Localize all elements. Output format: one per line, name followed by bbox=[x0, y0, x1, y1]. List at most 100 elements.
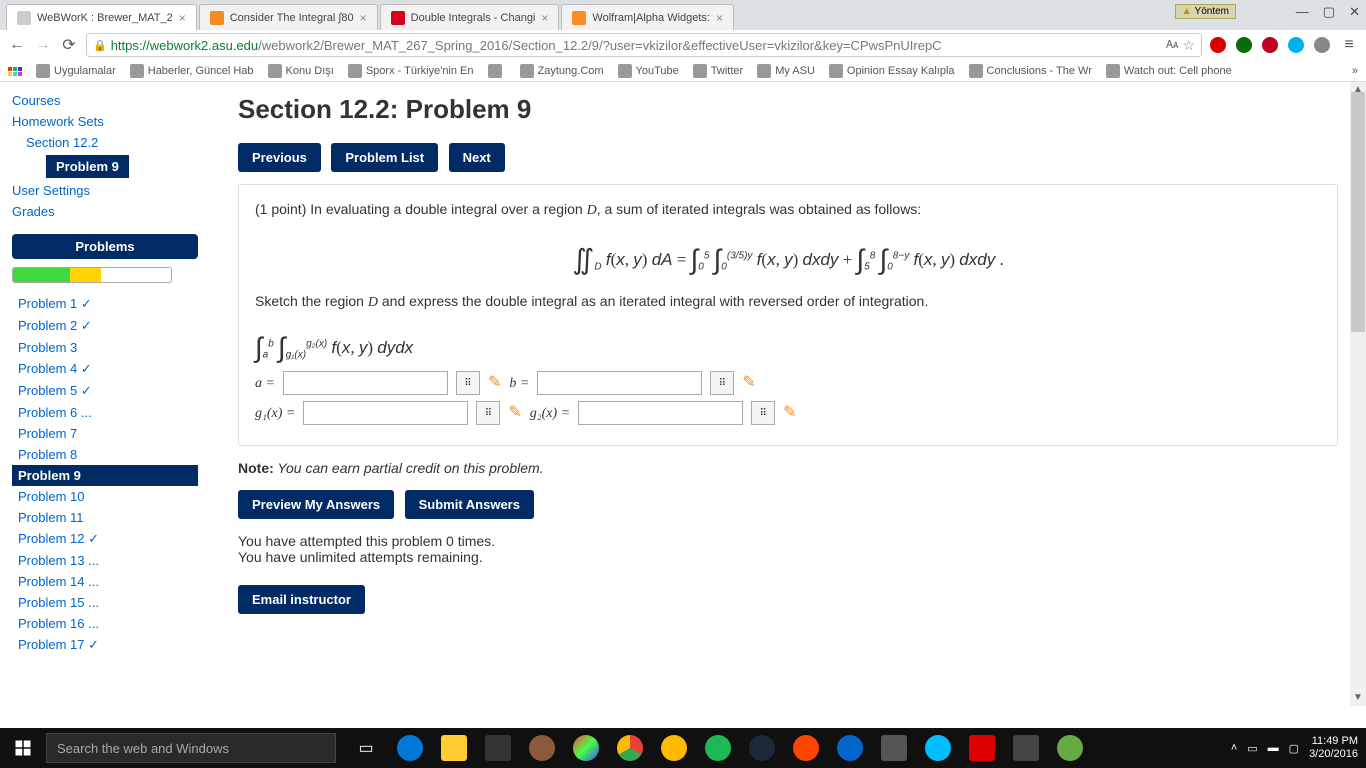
preview-answers-button[interactable]: Preview My Answers bbox=[238, 490, 394, 519]
apps-button[interactable] bbox=[8, 67, 22, 76]
bookmark-item[interactable]: My ASU bbox=[757, 64, 815, 78]
nav-grades[interactable]: Grades bbox=[12, 201, 198, 222]
translate-icon[interactable]: 🗛 bbox=[1166, 39, 1178, 52]
nav-homework-sets[interactable]: Homework Sets bbox=[12, 111, 198, 132]
pencil-icon[interactable]: ✎ bbox=[783, 401, 796, 425]
email-instructor-button[interactable]: Email instructor bbox=[238, 585, 365, 614]
problem-list-item[interactable]: Problem 7 bbox=[12, 423, 198, 444]
forward-button[interactable]: → bbox=[34, 36, 52, 54]
tab-close-icon[interactable]: × bbox=[541, 11, 548, 25]
tab-close-icon[interactable]: × bbox=[716, 11, 723, 25]
bookmark-overflow-icon[interactable]: » bbox=[1352, 65, 1358, 77]
pencil-icon[interactable]: ✎ bbox=[488, 371, 501, 395]
problem-list-item[interactable]: Problem 3 bbox=[12, 337, 198, 358]
address-bar[interactable]: 🔒 https://webwork2.asu.edu/webwork2/Brew… bbox=[86, 33, 1202, 57]
explorer-icon[interactable] bbox=[434, 728, 474, 768]
app-icon[interactable] bbox=[918, 728, 958, 768]
bookmark-item[interactable]: Twitter bbox=[693, 64, 743, 78]
input-a[interactable] bbox=[283, 371, 448, 395]
chrome-icon[interactable] bbox=[610, 728, 650, 768]
app-icon[interactable] bbox=[1050, 728, 1090, 768]
app-icon[interactable] bbox=[566, 728, 606, 768]
browser-tab[interactable]: Wolfram|Alpha Widgets:× bbox=[561, 4, 734, 30]
pencil-icon[interactable]: ✎ bbox=[508, 401, 521, 425]
action-center-icon[interactable]: ▢ bbox=[1289, 742, 1299, 755]
keypad-button[interactable]: ⠿ bbox=[476, 401, 500, 425]
problem-list-item[interactable]: Problem 10 bbox=[12, 486, 198, 507]
app-icon[interactable] bbox=[874, 728, 914, 768]
bookmark-item[interactable]: Zaytung.Com bbox=[520, 64, 604, 78]
problem-list-item[interactable]: Problem 6 bbox=[12, 402, 198, 423]
bookmark-star-icon[interactable]: ☆ bbox=[1182, 37, 1195, 54]
problem-list-item[interactable]: Problem 9 bbox=[12, 465, 198, 486]
nav-current-problem[interactable]: Problem 9 bbox=[46, 155, 129, 178]
keypad-button[interactable]: ⠿ bbox=[710, 371, 734, 395]
problem-list-item[interactable]: Problem 12 bbox=[12, 528, 198, 550]
battery-icon[interactable]: ▭ bbox=[1247, 742, 1257, 755]
app-icon[interactable] bbox=[1006, 728, 1046, 768]
app-icon[interactable] bbox=[962, 728, 1002, 768]
bookmark-item[interactable] bbox=[488, 64, 506, 78]
problem-list-item[interactable]: Problem 16 bbox=[12, 613, 198, 634]
pencil-icon[interactable]: ✎ bbox=[742, 371, 755, 395]
app-icon[interactable] bbox=[786, 728, 826, 768]
tab-close-icon[interactable]: × bbox=[179, 11, 186, 25]
close-button[interactable]: ✕ bbox=[1349, 4, 1360, 20]
previous-button[interactable]: Previous bbox=[238, 143, 321, 172]
problem-list-item[interactable]: Problem 17 bbox=[12, 634, 198, 656]
store-icon[interactable] bbox=[478, 728, 518, 768]
keypad-button[interactable]: ⠿ bbox=[751, 401, 775, 425]
ext-icon[interactable] bbox=[1236, 37, 1252, 53]
steam-icon[interactable] bbox=[742, 728, 782, 768]
tab-close-icon[interactable]: × bbox=[360, 11, 367, 25]
nav-courses[interactable]: Courses bbox=[12, 90, 198, 111]
app-icon[interactable] bbox=[654, 728, 694, 768]
minimize-button[interactable]: — bbox=[1296, 4, 1309, 20]
input-g1[interactable] bbox=[303, 401, 468, 425]
problem-list-item[interactable]: Problem 2 bbox=[12, 315, 198, 337]
edge-icon[interactable] bbox=[390, 728, 430, 768]
problem-list-item[interactable]: Problem 1 bbox=[12, 293, 198, 315]
input-b[interactable] bbox=[537, 371, 702, 395]
browser-tab[interactable]: WeBWorK : Brewer_MAT_2× bbox=[6, 4, 197, 30]
task-view-icon[interactable]: ▭ bbox=[346, 728, 386, 768]
problem-list-item[interactable]: Problem 13 bbox=[12, 550, 198, 571]
browser-tab[interactable]: Double Integrals - Changi× bbox=[380, 4, 560, 30]
browser-tab[interactable]: Consider The Integral ∫80× bbox=[199, 4, 378, 30]
next-button[interactable]: Next bbox=[449, 143, 505, 172]
taskbar-search[interactable]: Search the web and Windows bbox=[46, 733, 336, 763]
menu-icon[interactable]: ≡ bbox=[1340, 36, 1358, 54]
reload-button[interactable]: ⟳ bbox=[60, 36, 78, 54]
input-g2[interactable] bbox=[578, 401, 743, 425]
ext-icon[interactable] bbox=[1288, 37, 1304, 53]
problem-list-item[interactable]: Problem 4 bbox=[12, 358, 198, 380]
problem-list-button[interactable]: Problem List bbox=[331, 143, 438, 172]
problem-list-item[interactable]: Problem 14 bbox=[12, 571, 198, 592]
clock[interactable]: 11:49 PM3/20/2016 bbox=[1309, 735, 1358, 761]
maximize-button[interactable]: ▢ bbox=[1323, 4, 1335, 20]
problem-list-item[interactable]: Problem 8 bbox=[12, 444, 198, 465]
back-button[interactable]: ← bbox=[8, 36, 26, 54]
bookmark-item[interactable]: Sporx - Türkiye'nin En bbox=[348, 64, 474, 78]
app-icon[interactable] bbox=[830, 728, 870, 768]
problem-list-item[interactable]: Problem 11 bbox=[12, 507, 198, 528]
ext-icon[interactable] bbox=[1262, 37, 1278, 53]
bookmark-item[interactable]: Uygulamalar bbox=[36, 64, 116, 78]
keypad-button[interactable]: ⠿ bbox=[456, 371, 480, 395]
yontem-badge[interactable]: ▲Yöntem bbox=[1175, 4, 1236, 19]
bookmark-item[interactable]: Konu Dışı bbox=[268, 64, 334, 78]
bookmark-item[interactable]: Watch out: Cell phone bbox=[1106, 64, 1232, 78]
start-button[interactable] bbox=[0, 728, 46, 768]
wifi-icon[interactable]: ▬ bbox=[1268, 742, 1279, 754]
scrollbar[interactable]: ▲ ▼ bbox=[1350, 82, 1366, 706]
scroll-thumb[interactable] bbox=[1351, 92, 1365, 332]
app-icon[interactable] bbox=[522, 728, 562, 768]
ext-icon[interactable] bbox=[1210, 37, 1226, 53]
bookmark-item[interactable]: Conclusions - The Wr bbox=[969, 64, 1092, 78]
problem-list-item[interactable]: Problem 15 bbox=[12, 592, 198, 613]
scroll-down[interactable]: ▼ bbox=[1350, 690, 1366, 706]
bookmark-item[interactable]: Opinion Essay Kalıpla bbox=[829, 64, 955, 78]
tray-chevron-icon[interactable]: ˄ bbox=[1231, 742, 1237, 754]
submit-answers-button[interactable]: Submit Answers bbox=[405, 490, 534, 519]
spotify-icon[interactable] bbox=[698, 728, 738, 768]
